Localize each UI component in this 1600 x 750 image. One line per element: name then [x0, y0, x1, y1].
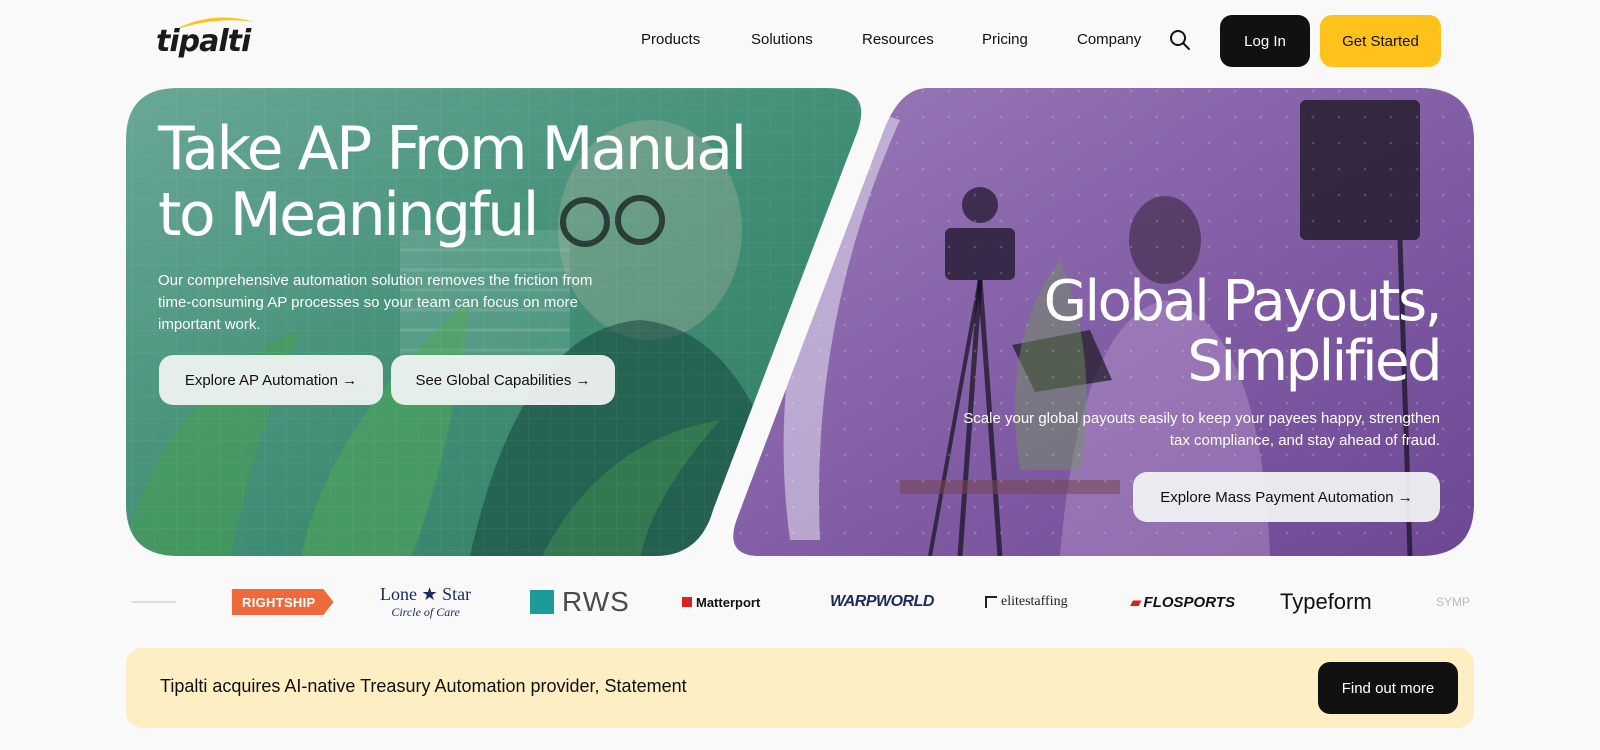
announcement-text: Tipalti acquires AI-native Treasury Auto… [160, 676, 687, 696]
typeform-wordmark: Typeform [1280, 589, 1372, 614]
rws-mark-icon [530, 590, 554, 614]
logo-typeform: Typeform [1280, 572, 1372, 632]
rws-wordmark: RWS [562, 586, 630, 617]
hero-left-title: Take AP From Manual to Meaningful [158, 116, 778, 248]
elitestaffing-wordmark: elitestaffing [1001, 594, 1068, 609]
hero-left-content: Take AP From Manual to Meaningful Our co… [158, 116, 778, 336]
explore-ap-automation-button[interactable]: Explore AP Automation → [159, 355, 383, 405]
lonestar-tagline: Circle of Care [391, 605, 460, 619]
hero-left-description: Our comprehensive automation solution re… [158, 272, 593, 333]
logo-warpworld: WARPWORLD [830, 572, 934, 632]
logo-matterport: Matterport [682, 572, 760, 632]
hero-right-title-line2: Simplified [1187, 329, 1442, 394]
flosports-wordmark: FLOSPORTS [1143, 593, 1235, 611]
logo-lonestar: Lone ★ Star Circle of Care [380, 572, 471, 632]
matterport-mark-icon [682, 597, 692, 607]
announcement-banner: Tipalti acquires AI-native Treasury Auto… [126, 648, 1474, 728]
logo-elitestaffing: elitestaffing [985, 572, 1068, 632]
explore-mass-payment-button[interactable]: Explore Mass Payment Automation → [1133, 472, 1440, 522]
lonestar-wordmark: Lone ★ Star [380, 584, 472, 604]
hero-right-title: Global Payouts, Simplified [800, 269, 1443, 394]
hero-left-title-line1: Take AP From Manual [158, 114, 747, 184]
find-out-more-button[interactable]: Find out more [1318, 662, 1458, 714]
elitestaffing-mark-icon [985, 596, 997, 608]
hero-right-content: Global Payouts, Simplified Scale your gl… [800, 269, 1443, 452]
hero-left-title-line2: to Meaningful [158, 180, 539, 250]
logo-rws: RWS [530, 572, 630, 632]
faded-logo-left [132, 572, 176, 632]
faded-right-wordmark: SYMP [1436, 595, 1471, 609]
see-global-capabilities-button[interactable]: See Global Capabilities → [391, 355, 615, 405]
hero-right-description: Scale your global payouts easily to keep… [963, 410, 1440, 449]
logo-flosports: ▰ FLOSPORTS [1130, 572, 1235, 632]
customer-logo-strip: RIGHTSHIP Lone ★ Star Circle of Care RWS… [0, 572, 1600, 632]
faded-logo-right: SYMP [1436, 572, 1470, 632]
matterport-wordmark: Matterport [696, 594, 761, 610]
warpworld-wordmark: WARPWORLD [830, 593, 934, 610]
rightship-wordmark: RIGHTSHIP [232, 589, 334, 615]
hero-right-title-line1: Global Payouts, [1043, 269, 1443, 334]
flosports-mark-icon: ▰ [1130, 594, 1142, 611]
logo-rightship: RIGHTSHIP [232, 572, 334, 632]
